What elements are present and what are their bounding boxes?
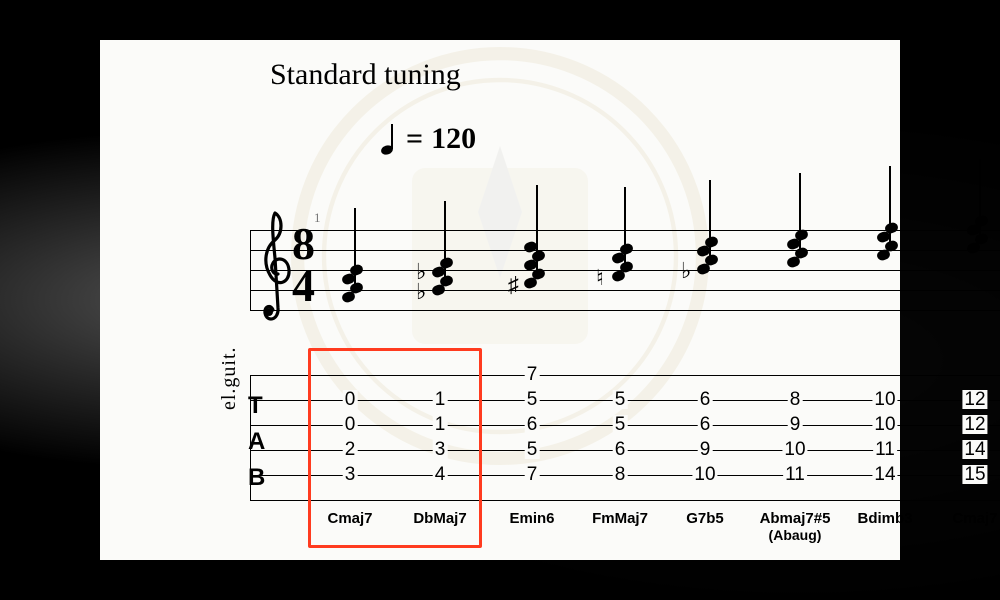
- tempo-eq: =: [406, 122, 423, 156]
- fret-number: 11: [783, 465, 807, 484]
- tab-column: 8 6 5 5: [600, 360, 640, 500]
- fret-number: 1: [433, 415, 448, 434]
- tab-column: 11 10 9 8: [775, 360, 815, 500]
- fret-number: 8: [613, 465, 628, 484]
- fret-number: 4: [433, 465, 448, 484]
- fret-number: 10: [782, 440, 807, 459]
- chord-name: Cmaj7: [952, 510, 997, 527]
- quarter-note-icon: [380, 122, 398, 156]
- fret-number: 14: [872, 465, 897, 484]
- fret-number: 0: [343, 415, 358, 434]
- fret-number: 10: [872, 415, 897, 434]
- fret-number: 5: [525, 390, 540, 409]
- tab-block: T A B 3200431175657865510966111098141110…: [250, 360, 1000, 505]
- fret-number: 2: [343, 440, 358, 459]
- tab-column: 4 3 1 1: [420, 360, 460, 500]
- fret-number: 5: [525, 440, 540, 459]
- accidental-icon: ♮: [596, 265, 604, 291]
- fret-number: 15: [962, 465, 987, 484]
- tab-letter-t: T: [248, 392, 263, 420]
- fret-number: 14: [962, 440, 987, 459]
- fret-number: 5: [613, 390, 628, 409]
- chord-labels-row: Cmaj7 DbMaj7 Emin6 FmMaj7 G7b5 Abmaj7#5(Abaug…: [250, 510, 1000, 560]
- accidental-icon: ♭: [416, 259, 426, 285]
- fret-number: 6: [698, 390, 713, 409]
- tempo-bpm: 120: [431, 122, 476, 156]
- tab-column: 7 5 6 5 7: [512, 360, 552, 500]
- tab-column: 14 11 10 10: [865, 360, 905, 500]
- fret-number: 10: [692, 465, 717, 484]
- fret-number: 7: [525, 465, 540, 484]
- fret-number: 8: [788, 390, 803, 409]
- fret-number: 10: [872, 390, 897, 409]
- accidental-icon: ♯: [508, 272, 519, 298]
- fret-number: 9: [698, 440, 713, 459]
- fret-number: 0: [343, 390, 358, 409]
- fret-number: 11: [873, 440, 897, 459]
- fret-number: 12: [962, 390, 987, 409]
- fret-number: 1: [433, 390, 448, 409]
- chord-name: Cmaj7: [327, 510, 372, 527]
- chord-name: G7b5: [686, 510, 724, 527]
- tab-column: 10 9 6 6: [685, 360, 725, 500]
- sheet-card: Standard tuning = 120 el.guit. 1 8 4: [100, 40, 900, 560]
- fret-number: 6: [613, 440, 628, 459]
- tab-letter-a: A: [248, 428, 265, 456]
- fret-number: 3: [343, 465, 358, 484]
- chord-name: FmMaj7: [592, 510, 648, 527]
- fret-number: 12: [962, 415, 987, 434]
- fret-number: 5: [613, 415, 628, 434]
- fret-number: 3: [433, 440, 448, 459]
- tempo-marking: = 120: [380, 122, 476, 156]
- tab-column: 15 14 12 12: [955, 360, 995, 500]
- fret-number: 7: [525, 365, 540, 384]
- chord-name: DbMaj7: [413, 510, 466, 527]
- tab-column: 3 2 0 0: [330, 360, 370, 500]
- staff-notation: 1 8 4 ♭♭♯♮♭: [250, 200, 1000, 330]
- chord-name-sub: (Abaug): [760, 527, 831, 543]
- tab-letter-b: B: [248, 464, 265, 492]
- chord-name: Bdimb3: [857, 510, 912, 527]
- instrument-label: el.guit.: [218, 346, 241, 410]
- tuning-title: Standard tuning: [270, 58, 461, 92]
- time-sig-den: 4: [292, 264, 315, 308]
- fret-number: 6: [698, 415, 713, 434]
- fret-number: 9: [788, 415, 803, 434]
- chord-name: Emin6: [509, 510, 554, 527]
- chord-name: Abmaj7#5(Abaug): [760, 510, 831, 543]
- accidental-icon: ♭: [681, 258, 691, 284]
- fret-number: 6: [525, 415, 540, 434]
